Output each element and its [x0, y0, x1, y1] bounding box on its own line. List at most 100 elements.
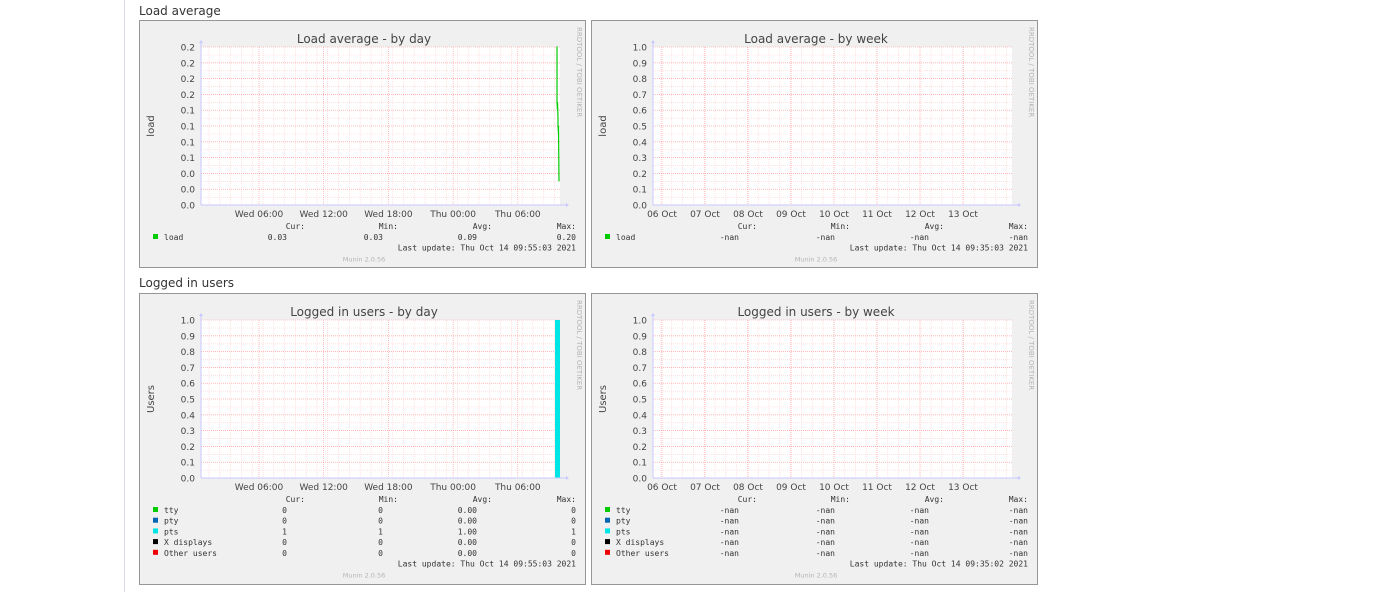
plot-area	[653, 320, 1012, 478]
y-tick-label: 0.2	[181, 91, 195, 101]
y-tick-label: 0.1	[181, 154, 195, 164]
legend-max: -nan	[1009, 549, 1028, 558]
y-tick-label: 0.3	[633, 154, 647, 164]
legend-max: 0.20	[557, 233, 576, 242]
legend-cur: -nan	[720, 549, 739, 558]
legend-cur: -nan	[720, 527, 739, 536]
last-update: Last update: Thu Oct 14 09:55:03 2021	[398, 244, 576, 253]
x-tick-label: Wed 12:00	[299, 483, 348, 493]
side-credit: RRDTOOL / TOBI OETIKER	[1027, 27, 1035, 117]
munin-credit: Munin 2.0.56	[795, 572, 838, 580]
legend-swatch-pty	[605, 517, 610, 523]
y-tick-label: 0.2	[633, 170, 647, 180]
chart-svg: Load average - by day RRDTOOL / TOBI OETI…	[146, 27, 583, 264]
legend-max: -nan	[1009, 233, 1028, 242]
last-update: Last update: Thu Oct 14 09:55:03 2021	[398, 560, 576, 569]
legend-min: -nan	[816, 506, 835, 515]
content-left-border	[124, 0, 125, 592]
y-tick-label: 0.0	[181, 202, 196, 212]
legend-name: pts	[616, 527, 631, 536]
graph-users-week[interactable]: Logged in users - by week RRDTOOL / TOBI …	[591, 293, 1038, 585]
x-tick-label: 11 Oct	[862, 210, 892, 220]
y-tick-label: 1.0	[633, 317, 648, 327]
y-tick-label: 0.2	[181, 443, 195, 453]
legend-name: load	[164, 233, 183, 242]
y-tick-label: 0.1	[633, 459, 647, 469]
y-tick-label: 0.4	[181, 411, 196, 421]
x-tick-label: 06 Oct	[647, 483, 677, 493]
legend-min: 0.03	[364, 233, 383, 242]
y-tick-label: 0.9	[633, 59, 648, 69]
y-tick-label: 0.7	[633, 364, 647, 374]
y-tick-label: 0.9	[181, 332, 196, 342]
graph-load-week[interactable]: Load average - by week RRDTOOL / TOBI OET…	[591, 20, 1038, 268]
y-tick-label: 0.4	[633, 138, 648, 148]
graph-users-day[interactable]: Logged in users - by day RRDTOOL / TOBI O…	[139, 293, 586, 585]
legend-max: 0	[571, 549, 576, 558]
y-tick-label: 1.0	[181, 317, 196, 327]
legend-cur: -nan	[720, 538, 739, 547]
x-tick-label: Thu 06:00	[494, 210, 541, 220]
x-tick-label: 08 Oct	[733, 483, 763, 493]
y-tick-label: 0.1	[181, 123, 195, 133]
legend-name: X displays	[164, 538, 212, 547]
y-axis-arrow	[199, 40, 203, 43]
legend-avg: -nan	[910, 233, 929, 242]
legend-max: -nan	[1009, 506, 1028, 515]
y-tick-label: 0.6	[633, 107, 648, 117]
legend-name: pty	[164, 517, 179, 526]
x-tick-label: 07 Oct	[690, 210, 720, 220]
legend-avg: -nan	[910, 538, 929, 547]
legend-cur: 0.03	[268, 233, 287, 242]
legend-name: Other users	[616, 549, 669, 558]
legend-avg: -nan	[910, 549, 929, 558]
y-axis-arrow	[199, 313, 203, 316]
legend-swatch-other-users	[153, 549, 158, 555]
legend-swatch-pts	[153, 528, 158, 534]
legend-swatch-tty	[605, 507, 610, 512]
legend-name: Other users	[164, 549, 217, 558]
axis-ylabel: load	[598, 115, 609, 136]
legend-header-min: Min:	[379, 222, 398, 231]
x-tick-label: 11 Oct	[862, 483, 892, 493]
x-tick-label: Wed 06:00	[235, 210, 284, 220]
y-tick-label: 0.7	[181, 364, 195, 374]
legend-avg: 0.09	[458, 233, 477, 242]
legend-avg: 0.00	[458, 538, 477, 547]
y-tick-label: 0.1	[181, 107, 195, 117]
x-axis-arrow	[1018, 203, 1021, 207]
plot-area	[201, 47, 560, 205]
legend-name: tty	[164, 506, 179, 515]
x-tick-label: Thu 00:00	[429, 483, 476, 493]
legend-name: X displays	[616, 538, 664, 547]
y-tick-label: 0.5	[633, 123, 647, 133]
chart-title: Load average - by week	[744, 32, 888, 46]
legend-cur: -nan	[720, 233, 739, 242]
legend-max: -nan	[1009, 527, 1028, 536]
chart-svg: Logged in users - by week RRDTOOL / TOBI …	[598, 300, 1035, 580]
y-tick-label: 1.0	[633, 44, 648, 54]
graph-load-day[interactable]: Load average - by day RRDTOOL / TOBI OETI…	[139, 20, 586, 268]
chart-svg: Load average - by week RRDTOOL / TOBI OET…	[598, 27, 1035, 264]
y-axis-arrow	[651, 313, 655, 316]
legend-header-cur: Cur:	[286, 495, 305, 504]
side-credit: RRDTOOL / TOBI OETIKER	[575, 27, 583, 117]
legend-cur: 1	[282, 527, 287, 536]
legend-name: load	[616, 233, 635, 242]
x-axis-arrow	[566, 476, 569, 480]
legend-avg: -nan	[910, 517, 929, 526]
legend-name: tty	[616, 506, 631, 515]
legend-swatch-load	[605, 234, 610, 239]
plot-area	[653, 47, 1012, 205]
chart-title: Logged in users - by week	[737, 305, 894, 319]
x-tick-label: Wed 06:00	[235, 483, 284, 493]
last-update: Last update: Thu Oct 14 09:35:03 2021	[850, 244, 1028, 253]
y-tick-label: 0.0	[633, 475, 648, 485]
legend-header-avg: Avg:	[473, 495, 492, 504]
legend-min: 0	[378, 506, 383, 515]
section-title-load-average: Load average	[139, 4, 221, 18]
legend-header-cur: Cur:	[286, 222, 305, 231]
x-tick-label: 07 Oct	[690, 483, 720, 493]
x-tick-label: 09 Oct	[776, 483, 806, 493]
legend-name: pts	[164, 527, 179, 536]
